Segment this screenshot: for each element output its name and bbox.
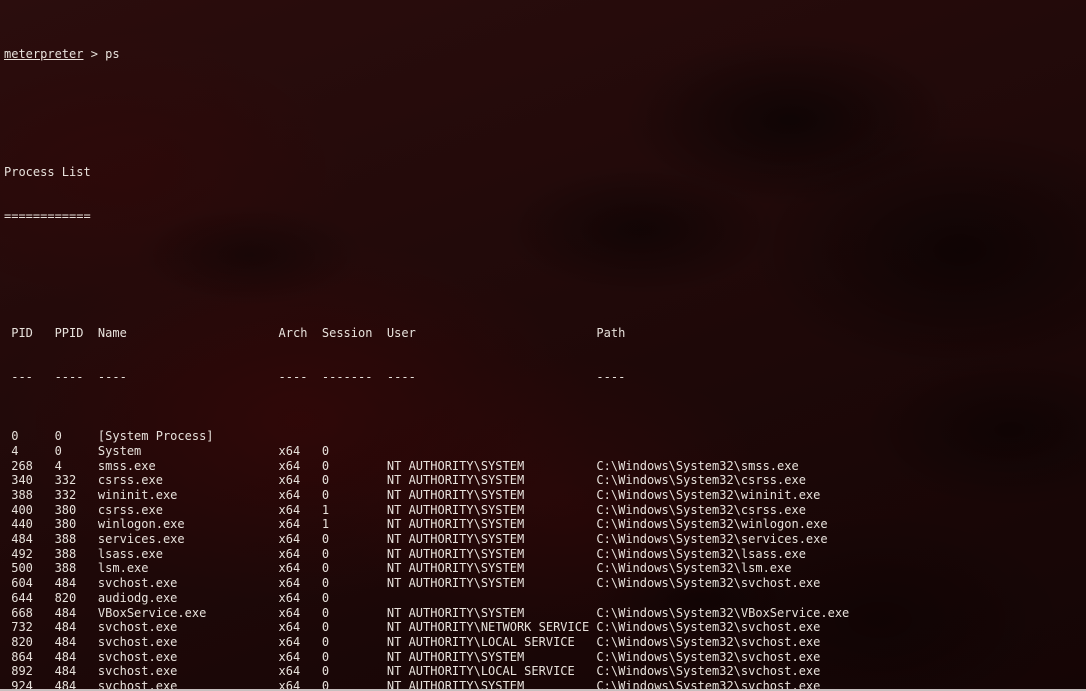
- table-row: 604 484 svchost.exe x64 0 NT AUTHORITY\S…: [4, 576, 821, 591]
- table-row: 388 332 wininit.exe x64 0 NT AUTHORITY\S…: [4, 488, 821, 503]
- table-row: 340 332 csrss.exe x64 0 NT AUTHORITY\SYS…: [4, 473, 806, 488]
- table-row: 268 4 smss.exe x64 0 NT AUTHORITY\SYSTEM…: [4, 458, 799, 473]
- table-row: 864 484 svchost.exe x64 0 NT AUTHORITY\S…: [4, 649, 821, 664]
- table-row: 644 820 audiodg.exe x64 0: [4, 590, 330, 605]
- prompt-symbol: >: [83, 47, 106, 62]
- table-row: 400 380 csrss.exe x64 1 NT AUTHORITY\SYS…: [4, 502, 806, 517]
- table-row: 892 484 svchost.exe x64 0 NT AUTHORITY\L…: [4, 664, 821, 679]
- table-row: 820 484 svchost.exe x64 0 NT AUTHORITY\L…: [4, 634, 821, 649]
- table-row: 4 0 System x64 0: [4, 443, 330, 458]
- table-row: 500 388 lsm.exe x64 0 NT AUTHORITY\SYSTE…: [4, 561, 792, 576]
- table-row: 0 0 [System Process]: [4, 429, 214, 444]
- section-title-underline: ============: [4, 208, 91, 223]
- spacer-line-2: [4, 268, 1086, 283]
- terminal-window[interactable]: meterpreter > ps Process List ==========…: [0, 0, 1086, 691]
- spacer-line-1: [4, 106, 1086, 121]
- command-text: ps: [105, 47, 120, 62]
- prompt-user: meterpreter: [4, 47, 84, 62]
- table-header-row: PID PPID Name Arch Session User Path: [4, 326, 626, 341]
- table-row: 440 380 winlogon.exe x64 1 NT AUTHORITY\…: [4, 517, 828, 532]
- table-row: 492 388 lsass.exe x64 0 NT AUTHORITY\SYS…: [4, 546, 806, 561]
- process-table-body: 0 0 [System Process] 4 0 System x64 0 26…: [4, 429, 1086, 691]
- table-header-rule-row: --- ---- ---- ---- ------- ---- ----: [4, 370, 626, 385]
- table-row: 732 484 svchost.exe x64 0 NT AUTHORITY\N…: [4, 620, 821, 635]
- table-row: 668 484 VBoxService.exe x64 0 NT AUTHORI…: [4, 605, 850, 620]
- prompt-line: meterpreter > ps: [4, 47, 1086, 62]
- section-title: Process List: [4, 164, 91, 179]
- table-row: 924 484 svchost.exe x64 0 NT AUTHORITY\S…: [4, 678, 821, 691]
- table-row: 484 388 services.exe x64 0 NT AUTHORITY\…: [4, 532, 828, 547]
- terminal-screen[interactable]: meterpreter > ps Process List ==========…: [0, 0, 1086, 691]
